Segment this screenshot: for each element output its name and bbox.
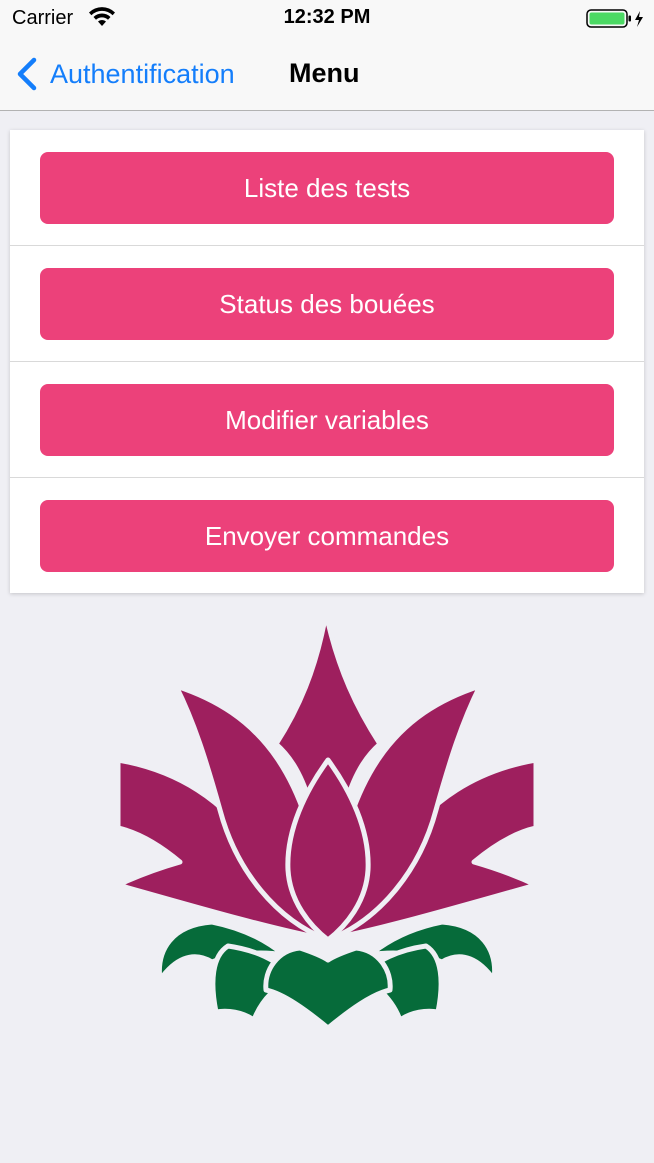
- tests-list-button[interactable]: Liste des tests: [40, 152, 614, 224]
- clock: 12:32 PM: [283, 6, 371, 28]
- battery-icon: [586, 9, 643, 28]
- lotus-petals: [116, 610, 538, 943]
- menu-row: Liste des tests: [10, 130, 644, 246]
- navigation-bar: Authentification Menu: [0, 40, 654, 111]
- page-title: Menu: [289, 58, 360, 88]
- menu-row: Modifier variables: [10, 362, 644, 478]
- modify-variables-button[interactable]: Modifier variables: [40, 384, 614, 456]
- back-button-label: Authentification: [50, 58, 235, 89]
- lotus-flower-icon: [116, 610, 538, 1030]
- buoy-status-button[interactable]: Status des bouées: [40, 268, 614, 340]
- menu-row: Envoyer commandes: [10, 478, 644, 594]
- send-commands-button[interactable]: Envoyer commandes: [40, 500, 614, 572]
- menu-card: Liste des tests Status des bouées Modifi…: [10, 130, 644, 593]
- back-button[interactable]: Authentification: [14, 54, 235, 94]
- status-bar: Carrier 12:32 PM: [0, 0, 654, 40]
- chevron-left-icon: [17, 57, 37, 91]
- menu-row: Status des bouées: [10, 246, 644, 362]
